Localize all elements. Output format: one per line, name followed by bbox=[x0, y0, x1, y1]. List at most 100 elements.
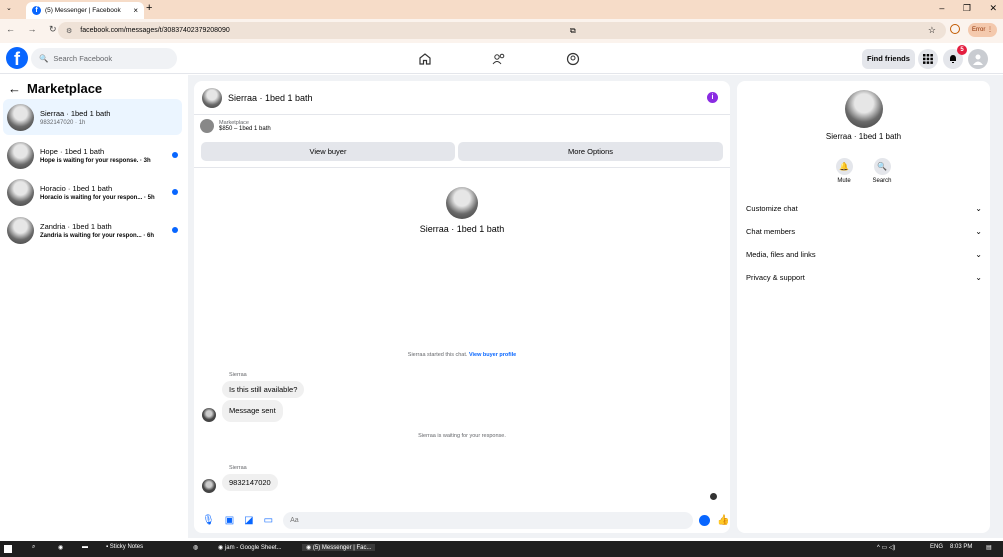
facebook-header: f 🔍 Search Facebook Find friends 5 bbox=[0, 44, 1003, 74]
clock[interactable]: 8:03 PM bbox=[950, 544, 972, 550]
chat-title[interactable]: Sierraa · 1bed 1 bath bbox=[228, 93, 313, 103]
message-composer: 🎙 ▣ ◪ ▭ 👍 bbox=[194, 509, 730, 531]
chrome-icon[interactable]: ◍ bbox=[193, 544, 198, 551]
conversation-item[interactable]: Hope · 1bed 1 bath Hope is waiting for yo… bbox=[3, 137, 182, 173]
close-window-icon[interactable]: ✕ bbox=[989, 3, 997, 13]
conversation-name: Sierraa · 1bed 1 bath bbox=[40, 108, 111, 118]
minimize-icon[interactable]: – bbox=[939, 3, 944, 13]
sender-avatar[interactable] bbox=[202, 408, 216, 422]
buyer-avatar[interactable] bbox=[446, 187, 478, 219]
marketplace-chat-list: ← Marketplace Sierraa · 1bed 1 bath 983214… bbox=[0, 75, 188, 538]
conversation-name: Hope · 1bed 1 bath bbox=[40, 146, 105, 156]
error-button[interactable]: Error ⋮ bbox=[968, 23, 998, 37]
seen-indicator bbox=[710, 493, 717, 500]
view-buyer-button[interactable]: View buyer bbox=[201, 142, 455, 161]
conversation-preview: 9832147020 · 1h bbox=[40, 119, 86, 126]
bookmark-star-icon[interactable]: ☆ bbox=[928, 25, 936, 36]
facebook-favicon-icon: f bbox=[32, 6, 41, 15]
chat-members-row[interactable]: Chat members ⌄ bbox=[746, 227, 982, 236]
find-friends-button[interactable]: Find friends bbox=[862, 49, 915, 69]
address-bar[interactable]: ⚙ facebook.com/messages/t/30837402379208… bbox=[58, 22, 946, 39]
search-facebook-input[interactable]: 🔍 Search Facebook bbox=[31, 48, 177, 69]
taskbar-search-icon[interactable]: ⌕ bbox=[32, 544, 35, 551]
tab-title: (5) Messenger | Facebook bbox=[45, 7, 121, 14]
listing-avatar bbox=[7, 103, 34, 131]
main-nav bbox=[415, 49, 637, 69]
reload-icon[interactable]: ↻ bbox=[49, 24, 57, 34]
site-info-icon[interactable]: ⚙ bbox=[66, 27, 72, 35]
forward-icon[interactable]: → bbox=[28, 24, 37, 34]
account-avatar[interactable] bbox=[968, 49, 988, 69]
edge-icon[interactable]: ◉ bbox=[58, 544, 63, 551]
conversation-preview: Zandria is waiting for your respon... · … bbox=[40, 232, 155, 239]
chevron-down-icon: ⌄ bbox=[975, 204, 982, 213]
unread-dot bbox=[172, 189, 178, 195]
conversation-item[interactable]: Zandria · 1bed 1 bath Zandria is waiting … bbox=[3, 212, 182, 248]
notification-center-icon[interactable]: ▤ bbox=[986, 544, 992, 551]
os-taskbar: ⌕ ◉ ▬ ▪ Sticky Notes ◍ ◉ jam - Google Sh… bbox=[0, 541, 1003, 557]
url-text: facebook.com/messages/t/3083740237920809… bbox=[80, 27, 230, 34]
back-arrow-icon[interactable]: ← bbox=[8, 81, 21, 96]
restore-icon[interactable]: ❐ bbox=[963, 3, 971, 13]
close-tab-icon[interactable]: × bbox=[133, 6, 138, 15]
search-placeholder: Search Facebook bbox=[53, 54, 113, 63]
listing-thumbnail bbox=[200, 119, 214, 133]
taskbar-sticky-notes[interactable]: ▪ Sticky Notes bbox=[106, 544, 143, 550]
chevron-down-icon: ⌄ bbox=[975, 250, 982, 259]
listing-avatar bbox=[7, 178, 34, 206]
windows-start-icon[interactable] bbox=[4, 545, 12, 553]
error-label: Error bbox=[972, 27, 986, 33]
mute-button[interactable]: 🔔 Mute bbox=[829, 158, 859, 184]
new-tab-icon[interactable]: + bbox=[146, 2, 152, 14]
panel-title-text: Marketplace bbox=[27, 81, 103, 96]
friends-icon[interactable] bbox=[489, 49, 509, 69]
message-sender: Sierraa bbox=[229, 372, 247, 378]
listing-avatar bbox=[7, 141, 34, 169]
facebook-logo-icon[interactable]: f bbox=[6, 47, 28, 69]
back-icon[interactable]: ← bbox=[6, 24, 15, 34]
conversation-info-icon[interactable]: i bbox=[707, 92, 718, 103]
language-indicator[interactable]: ENG bbox=[930, 544, 943, 550]
buyer-avatar-large[interactable] bbox=[845, 90, 883, 128]
row-label: Privacy & support bbox=[746, 273, 805, 282]
tab-search-icon[interactable]: ⌄ bbox=[6, 4, 12, 12]
window-controls: – ❐ ✕ bbox=[923, 3, 997, 14]
cast-icon[interactable]: ⧉ bbox=[570, 26, 576, 36]
browser-tab[interactable]: f (5) Messenger | Facebook × bbox=[26, 2, 144, 19]
search-icon: 🔍 bbox=[873, 158, 891, 175]
like-thumb-icon[interactable]: 👍 bbox=[717, 515, 729, 526]
home-icon[interactable] bbox=[415, 49, 435, 69]
buyer-name: Sierraa · 1bed 1 bath bbox=[825, 132, 902, 141]
listing-summary: Marketplace $850 – 1bed 1 bath bbox=[200, 119, 271, 133]
system-tray-icons[interactable]: ^ ▭ ◁) bbox=[877, 544, 895, 551]
menu-grid-icon[interactable] bbox=[918, 49, 938, 69]
microphone-icon[interactable]: 🎙 bbox=[202, 515, 215, 526]
chat-avatar[interactable] bbox=[202, 87, 222, 108]
message-bubble[interactable]: 9832147020 bbox=[222, 474, 278, 491]
sender-avatar[interactable] bbox=[202, 479, 216, 493]
customize-chat-row[interactable]: Customize chat ⌄ bbox=[746, 204, 982, 213]
more-options-button[interactable]: More Options bbox=[458, 142, 723, 161]
media-files-links-row[interactable]: Media, files and links ⌄ bbox=[746, 250, 982, 259]
view-buyer-profile-link[interactable]: View buyer profile bbox=[469, 352, 516, 358]
sticker-icon[interactable]: ◪ bbox=[244, 515, 253, 526]
notification-badge: 5 bbox=[957, 45, 967, 55]
emoji-icon[interactable] bbox=[699, 514, 711, 526]
groups-icon[interactable] bbox=[563, 49, 583, 69]
privacy-support-row[interactable]: Privacy & support ⌄ bbox=[746, 273, 982, 282]
search-icon: 🔍 bbox=[39, 54, 49, 63]
conversation-item[interactable]: Horacio · 1bed 1 bath Horacio is waiting … bbox=[3, 174, 182, 210]
taskbar-messenger[interactable]: ◉ (5) Messenger | Fac... bbox=[302, 544, 376, 551]
conversation-name: Horacio · 1bed 1 bath bbox=[40, 183, 113, 193]
conversation-item[interactable]: Sierraa · 1bed 1 bath 9832147020 · 1h bbox=[3, 99, 182, 135]
profile-icon[interactable] bbox=[950, 24, 960, 34]
search-in-chat-button[interactable]: 🔍 Search bbox=[867, 158, 897, 184]
file-explorer-icon[interactable]: ▬ bbox=[82, 544, 88, 550]
browser-toolbar: ← → ↻ ⚙ facebook.com/messages/t/30837402… bbox=[0, 19, 1003, 43]
message-bubble[interactable]: Message sent bbox=[222, 400, 283, 422]
message-bubble[interactable]: Is this still available? bbox=[222, 381, 305, 398]
message-input[interactable] bbox=[283, 511, 694, 529]
taskbar-google-sheets[interactable]: ◉ jam - Google Sheet... bbox=[218, 544, 282, 551]
photo-icon[interactable]: ▣ bbox=[225, 515, 234, 526]
gif-icon[interactable]: ▭ bbox=[264, 515, 273, 526]
